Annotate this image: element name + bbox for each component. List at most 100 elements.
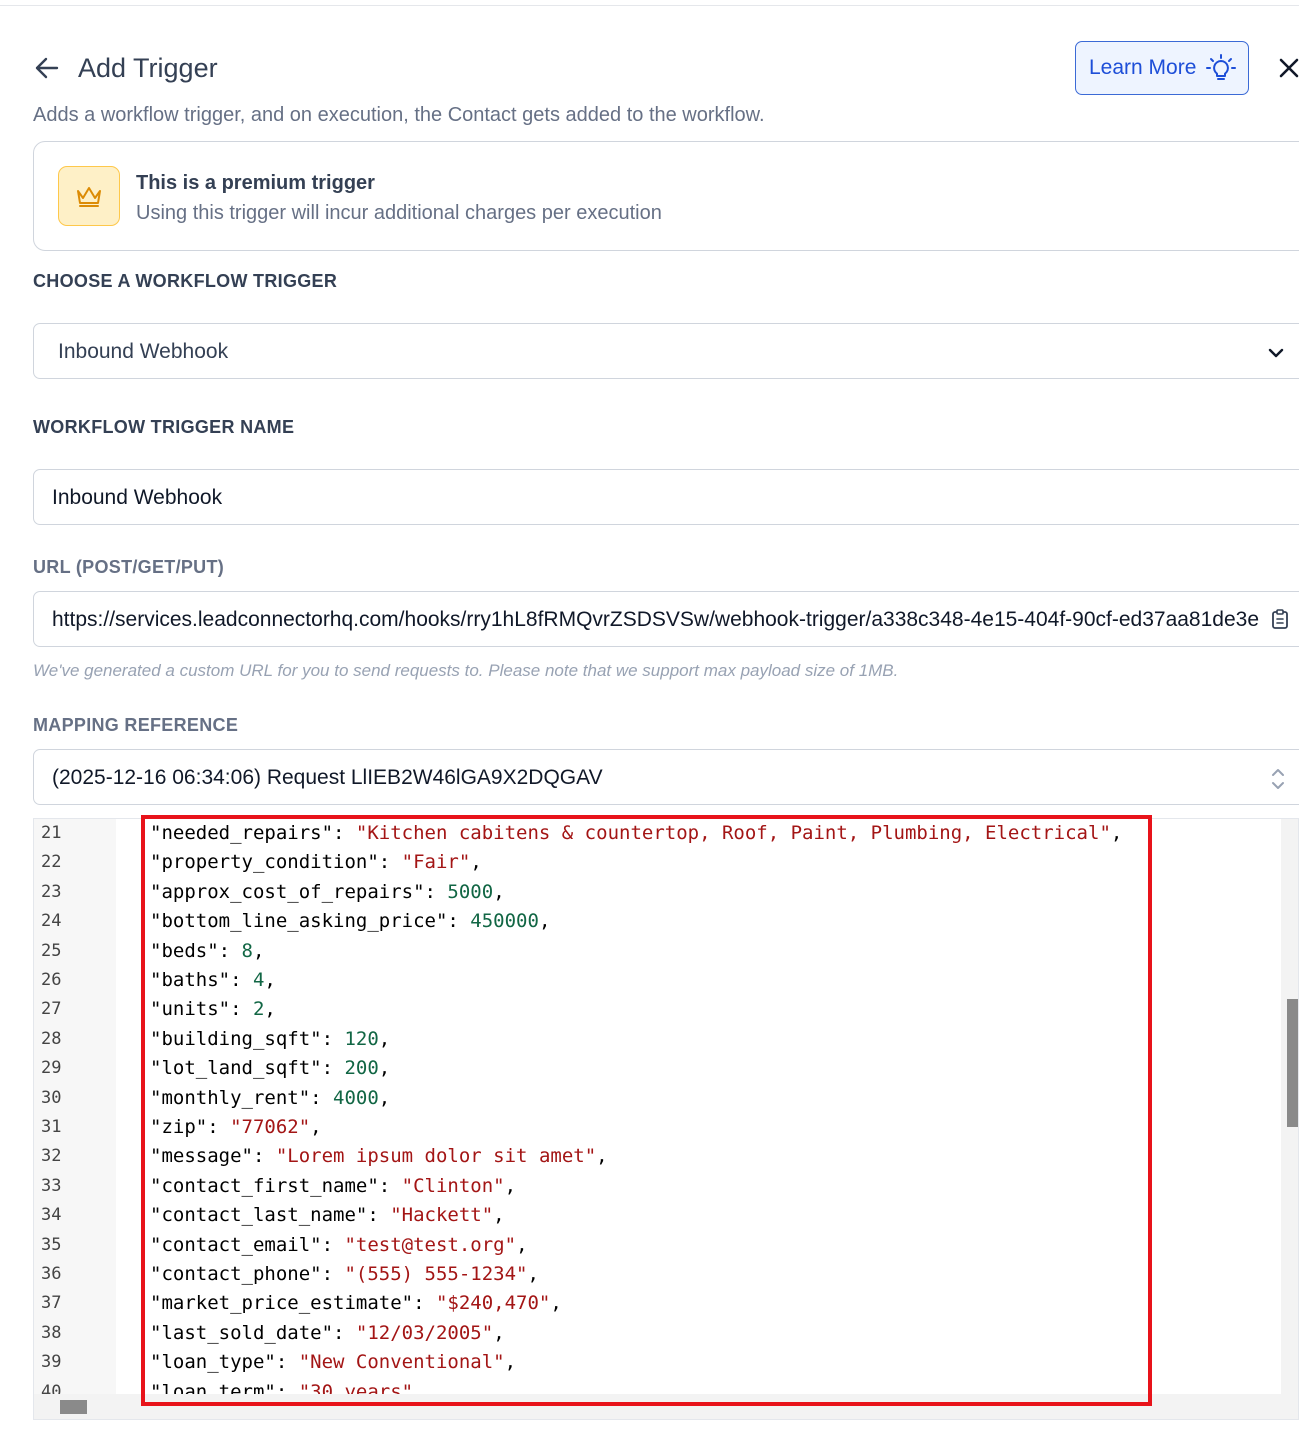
trigger-select-label: CHOOSE A WORKFLOW TRIGGER: [33, 271, 338, 291]
json-key: ,: [493, 1204, 505, 1227]
json-key: "units":: [150, 998, 253, 1021]
learn-more-button[interactable]: Learn More: [1075, 41, 1249, 95]
code-line: "bottom_line_asking_price": 450000,: [150, 910, 550, 932]
arrow-left-icon: [35, 57, 59, 79]
json-key: "needed_repairs":: [150, 822, 356, 844]
line-number: 33: [41, 1175, 62, 1196]
close-button[interactable]: [1276, 55, 1299, 81]
page-title: Add Trigger: [78, 53, 218, 83]
json-code-editor[interactable]: 21 22 23 24 25 26 27 28 29 30 31 32 33 34 35 36 37 38 39 40…: [33, 818, 1299, 1420]
code-line: "building_sqft": 120,: [150, 1028, 390, 1050]
json-key: "contact_first_name":: [150, 1174, 402, 1197]
json-key: ,: [550, 1292, 562, 1315]
back-button[interactable]: [33, 54, 61, 82]
line-number: 39: [41, 1352, 62, 1373]
code-line: "needed_repairs": "Kitchen cabitens & co…: [150, 822, 1122, 844]
json-number: 450000: [470, 910, 539, 933]
json-key: ,: [504, 1351, 517, 1374]
code-line: "lot_land_sqft": 200,: [150, 1057, 390, 1079]
json-key: "property_condition":: [150, 851, 402, 874]
line-number: 28: [41, 1028, 62, 1049]
json-key: ,: [378, 1057, 391, 1080]
json-string: "New Conventional": [298, 1351, 505, 1374]
trigger-name-value: Inbound Webhook: [52, 486, 223, 509]
line-number: 25: [41, 940, 62, 961]
code-line: "property_condition": "Fair",: [150, 851, 482, 873]
code-line: "contact_phone": "(555) 555-1234",: [150, 1263, 539, 1285]
crown-icon: [77, 187, 101, 207]
code-line: "last_sold_date": "12/03/2005",: [150, 1322, 505, 1344]
line-number: 27: [41, 999, 62, 1020]
line-number: 31: [41, 1117, 62, 1137]
line-number: 29: [41, 1058, 62, 1079]
json-key: "contact_phone":: [150, 1263, 345, 1285]
json-string: "(555) 555-1234": [344, 1263, 528, 1285]
line-number: 35: [41, 1234, 62, 1255]
learn-more-label: Learn More: [1089, 56, 1197, 79]
page-subtitle: Adds a workflow trigger, and on executio…: [33, 104, 765, 126]
json-number: 5000: [447, 880, 494, 903]
json-key: "last_sold_date":: [150, 1321, 356, 1344]
json-number: 4: [252, 969, 265, 991]
json-key: "zip":: [150, 1116, 231, 1138]
code-line: "contact_email": "test@test.org",: [150, 1234, 528, 1256]
mapping-value: (2025-12-16 06:34:06) Request LlIEB2W46l…: [52, 766, 603, 789]
code-line: "baths": 4,: [150, 969, 276, 991]
premium-notice: This is a premium trigger Using this tri…: [33, 141, 1299, 251]
json-number: 4000: [333, 1086, 379, 1109]
close-icon: [1279, 58, 1299, 78]
code-line: "monthly_rent": 4000,: [150, 1087, 390, 1109]
json-number: 8: [241, 939, 253, 962]
premium-description: Using this trigger will incur additional…: [136, 202, 662, 224]
code-line: "market_price_estimate": "$240,470",: [150, 1292, 562, 1314]
json-number: 2: [252, 998, 265, 1021]
line-number: 36: [41, 1264, 62, 1284]
line-number: 38: [41, 1322, 62, 1343]
json-key: "lot_land_sqft":: [150, 1057, 345, 1080]
json-key: ,: [264, 998, 276, 1021]
line-number: 26: [41, 970, 62, 990]
json-number: 120: [344, 1027, 379, 1050]
panel-header: Add Trigger Learn More: [33, 40, 1299, 100]
json-key: ,: [470, 851, 482, 874]
json-string: "Kitchen cabitens & countertop, Roof, Pa…: [355, 822, 1111, 844]
json-key: "contact_email":: [150, 1233, 345, 1256]
code-line: "beds": 8,: [150, 940, 264, 962]
trigger-name-input[interactable]: Inbound Webhook: [33, 469, 1299, 525]
mapping-select[interactable]: (2025-12-16 06:34:06) Request LlIEB2W46l…: [33, 749, 1299, 805]
json-key: ,: [378, 1027, 391, 1050]
json-string: "12/03/2005": [355, 1321, 494, 1344]
json-key: ,: [527, 1263, 539, 1285]
json-key: ,: [493, 880, 505, 903]
json-string: "Hackett": [390, 1204, 494, 1227]
json-key: "monthly_rent":: [150, 1086, 334, 1109]
json-key: "building_sqft":: [150, 1027, 345, 1050]
chevron-down-icon: [1268, 348, 1284, 358]
trigger-name-label: WORKFLOW TRIGGER NAME: [33, 417, 295, 437]
horizontal-scrollbar-thumb[interactable]: [60, 1400, 87, 1414]
code-line: "contact_first_name": "Clinton",: [150, 1175, 516, 1197]
json-string: "test@test.org": [344, 1233, 517, 1256]
horizontal-scrollbar[interactable]: [34, 1394, 1298, 1419]
line-number: 30: [41, 1087, 62, 1108]
url-hint: We've generated a custom URL for you to …: [33, 661, 899, 680]
json-key: ,: [252, 939, 265, 962]
json-key: ,: [493, 1321, 505, 1344]
url-input[interactable]: https://services.leadconnectorhq.com/hoo…: [33, 591, 1299, 647]
json-number: 200: [344, 1057, 379, 1080]
top-divider: [0, 5, 1299, 6]
vertical-scrollbar-thumb[interactable]: [1287, 999, 1298, 1127]
code-line: "units": 2,: [150, 998, 276, 1020]
json-string: "77062": [230, 1116, 311, 1138]
json-key: ,: [378, 1086, 391, 1109]
line-number: 34: [41, 1205, 62, 1226]
url-value: https://services.leadconnectorhq.com/hoo…: [52, 608, 1259, 631]
json-key: "baths":: [150, 969, 253, 991]
premium-badge: [58, 166, 120, 226]
trigger-select[interactable]: Inbound Webhook: [33, 323, 1299, 379]
clipboard-icon[interactable]: [1270, 608, 1290, 630]
json-string: "Fair": [401, 851, 471, 874]
json-key: "loan_type":: [150, 1351, 299, 1374]
json-key: ,: [538, 910, 551, 933]
code-line: "approx_cost_of_repairs": 5000,: [150, 881, 505, 903]
